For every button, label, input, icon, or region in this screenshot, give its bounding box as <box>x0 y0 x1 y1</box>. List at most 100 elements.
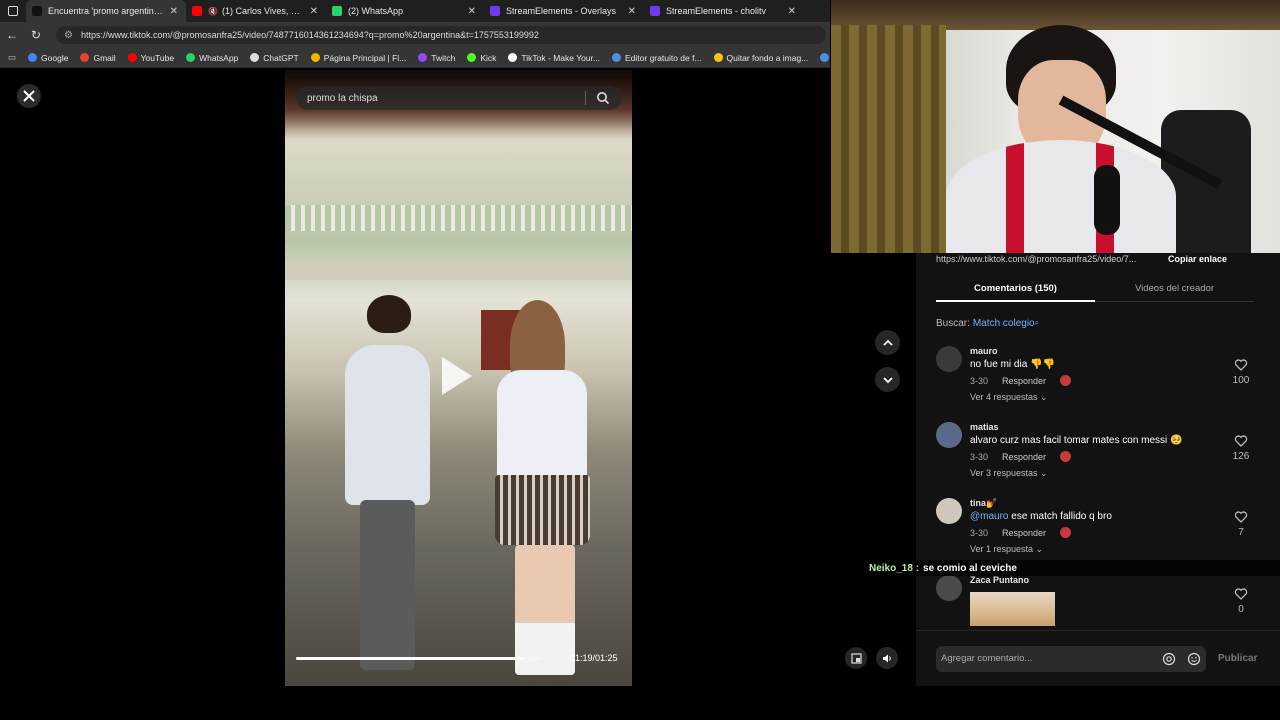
heart-icon[interactable] <box>1234 510 1248 524</box>
tab-favicon-icon <box>650 6 660 16</box>
bookmark-item[interactable]: Página Principal | Fl... <box>310 53 406 63</box>
bookmark-favicon-icon <box>418 53 428 62</box>
bookmark-label: Editor gratuito de f... <box>625 52 702 63</box>
site-info-icon[interactable]: ⚙ <box>64 30 73 41</box>
chat-username: Neiko_18 : <box>869 562 920 574</box>
comment-text: no fue mi dia 👎👎 <box>970 359 1055 370</box>
related-search: Buscar: Match colegio⌕ <box>936 318 1039 329</box>
bookmark-item[interactable]: Editor gratuito de f... <box>612 53 702 63</box>
view-replies-button[interactable]: Ver 4 respuestas ⌄ <box>970 392 1048 403</box>
microphone <box>1094 165 1120 235</box>
bookmark-favicon-icon <box>612 53 621 62</box>
url-text: https://www.tiktok.com/@promosanfra25/vi… <box>80 30 539 40</box>
comment-image[interactable] <box>970 592 1055 626</box>
avatar[interactable] <box>936 346 962 372</box>
bookmark-favicon-icon <box>508 53 518 62</box>
play-icon[interactable] <box>442 357 472 395</box>
video-search-box[interactable]: promo la chispa <box>296 86 622 110</box>
muted-icon[interactable]: 🔇 <box>208 7 218 16</box>
close-button[interactable] <box>17 84 41 108</box>
tabs-container: Encuentra 'promo argentina' en TikTok✕🔇(… <box>26 0 804 22</box>
bookmark-favicon-icon <box>713 53 723 62</box>
tab-close-icon[interactable]: ✕ <box>628 6 636 17</box>
post-button[interactable]: Publicar <box>1218 653 1257 664</box>
tab-comments[interactable]: Comentarios (150) <box>936 280 1095 302</box>
bookmark-favicon-icon <box>467 53 477 62</box>
tab-close-icon[interactable]: ✕ <box>310 6 318 17</box>
comment-text: alvaro curz mas facil tomar mates con me… <box>970 435 1183 446</box>
tab-title: Encuentra 'promo argentina' en TikTok <box>48 6 164 16</box>
view-replies-button[interactable]: Ver 3 respuestas ⌄ <box>970 468 1048 479</box>
browser-tab[interactable]: StreamElements - Overlays ✕ <box>484 0 644 22</box>
tab-creator-videos[interactable]: Videos del creador <box>1095 280 1254 302</box>
panel-tabs: Comentarios (150) Videos del creador <box>936 280 1254 302</box>
back-button[interactable]: ← <box>0 28 24 42</box>
comment-body: ese match fallido q bro <box>1008 511 1112 522</box>
bookmark-item[interactable]: ChatGPT <box>250 52 299 63</box>
comment-date: 3-30 <box>970 451 989 462</box>
bookmark-item[interactable]: YouTube <box>127 53 174 63</box>
volume-button[interactable] <box>876 647 898 669</box>
bookmark-item[interactable]: Gmail <box>80 53 116 63</box>
comment-author[interactable]: Zaca Puntano <box>970 575 1029 585</box>
copy-link-button[interactable]: Copiar enlace <box>1168 254 1227 264</box>
share-url: https://www.tiktok.com/@promosanfra25/vi… <box>936 254 1137 264</box>
next-video-button[interactable] <box>875 367 900 392</box>
webcam-overlay <box>831 0 1280 253</box>
tab-close-icon[interactable]: ✕ <box>788 6 796 17</box>
tab-favicon-icon <box>490 6 500 16</box>
bookmark-label: Quitar fondo a imag... <box>726 52 809 63</box>
avatar[interactable] <box>936 575 962 601</box>
emoji-icon[interactable] <box>1187 652 1201 666</box>
reload-button[interactable]: ↻ <box>24 28 48 42</box>
bookmark-item[interactable]: WhatsApp <box>186 53 238 63</box>
reply-button[interactable]: Responder <box>1002 452 1046 462</box>
heart-icon[interactable] <box>1234 434 1248 448</box>
bookmark-label: ChatGPT <box>263 52 299 63</box>
avatar[interactable] <box>936 422 962 448</box>
related-search-link[interactable]: Match colegio <box>973 318 1035 329</box>
bookmark-item[interactable]: TikTok - Make Your... <box>508 53 600 63</box>
view-replies-button[interactable]: Ver 1 respuesta ⌄ <box>970 544 1043 555</box>
search-icon[interactable] <box>596 91 610 105</box>
bookmark-favicon-icon <box>310 53 320 62</box>
bookmark-item[interactable]: Kick <box>467 53 496 63</box>
browser-tab[interactable]: (2) WhatsApp ✕ <box>326 0 484 22</box>
tab-title: (1) Carlos Vives, Sebastián Yatra <box>221 6 304 16</box>
comment-author[interactable]: mauro <box>970 346 998 356</box>
url-bar[interactable]: ⚙ https://www.tiktok.com/@promosanfra25/… <box>56 26 826 44</box>
bookmark-favicon-icon <box>127 53 137 62</box>
avatar[interactable] <box>936 498 962 524</box>
creator-liked-icon <box>1060 527 1072 538</box>
at-icon[interactable] <box>1162 652 1176 666</box>
bookmark-label: TikTok - Make Your... <box>521 52 600 63</box>
tab-close-icon[interactable]: ✕ <box>468 6 476 17</box>
heart-icon[interactable] <box>1234 587 1248 601</box>
tab-close-icon[interactable]: ✕ <box>170 6 178 17</box>
bookmark-item[interactable]: Twitch <box>418 53 455 63</box>
browser-tab[interactable]: Encuentra 'promo argentina' en TikTok ✕ <box>26 0 186 22</box>
bookmark-label: WhatsApp <box>199 52 239 63</box>
heart-icon[interactable] <box>1234 358 1248 372</box>
bookmark-item[interactable]: Quitar fondo a imag... <box>713 52 809 63</box>
bookmarks-bar: ▭ Google Gmail YouTube WhatsApp ChatGPT Págin… <box>0 48 847 68</box>
video-progress-bar[interactable] <box>296 657 541 660</box>
reply-button[interactable]: Responder <box>1002 376 1046 386</box>
like-count: 126 <box>1232 451 1250 462</box>
bookmark-item[interactable]: Google <box>28 53 68 63</box>
webcam-curtain <box>831 25 946 253</box>
browser-tab[interactable]: 🔇(1) Carlos Vives, Sebastián Yatra ✕ <box>186 0 326 22</box>
bookmarks-menu-icon[interactable]: ▭ <box>8 52 16 63</box>
window-menu-button[interactable] <box>0 0 26 22</box>
previous-video-button[interactable] <box>875 330 900 355</box>
like-count: 0 <box>1238 604 1244 615</box>
comment-author[interactable]: tina💅 <box>970 498 997 509</box>
comment-mention[interactable]: @mauro <box>970 511 1009 522</box>
miniplayer-button[interactable] <box>845 647 867 669</box>
reply-button[interactable]: Responder <box>1002 528 1046 538</box>
comment-item: matias alvaro curz mas facil tomar mates… <box>936 422 1256 482</box>
browser-tabstrip: Encuentra 'promo argentina' en TikTok✕🔇(… <box>0 0 830 22</box>
comment-author[interactable]: matias <box>970 422 999 432</box>
browser-tab[interactable]: StreamElements - cholitv ✕ <box>644 0 804 22</box>
comment-composer: Agregar comentario... Publicar <box>916 630 1280 686</box>
